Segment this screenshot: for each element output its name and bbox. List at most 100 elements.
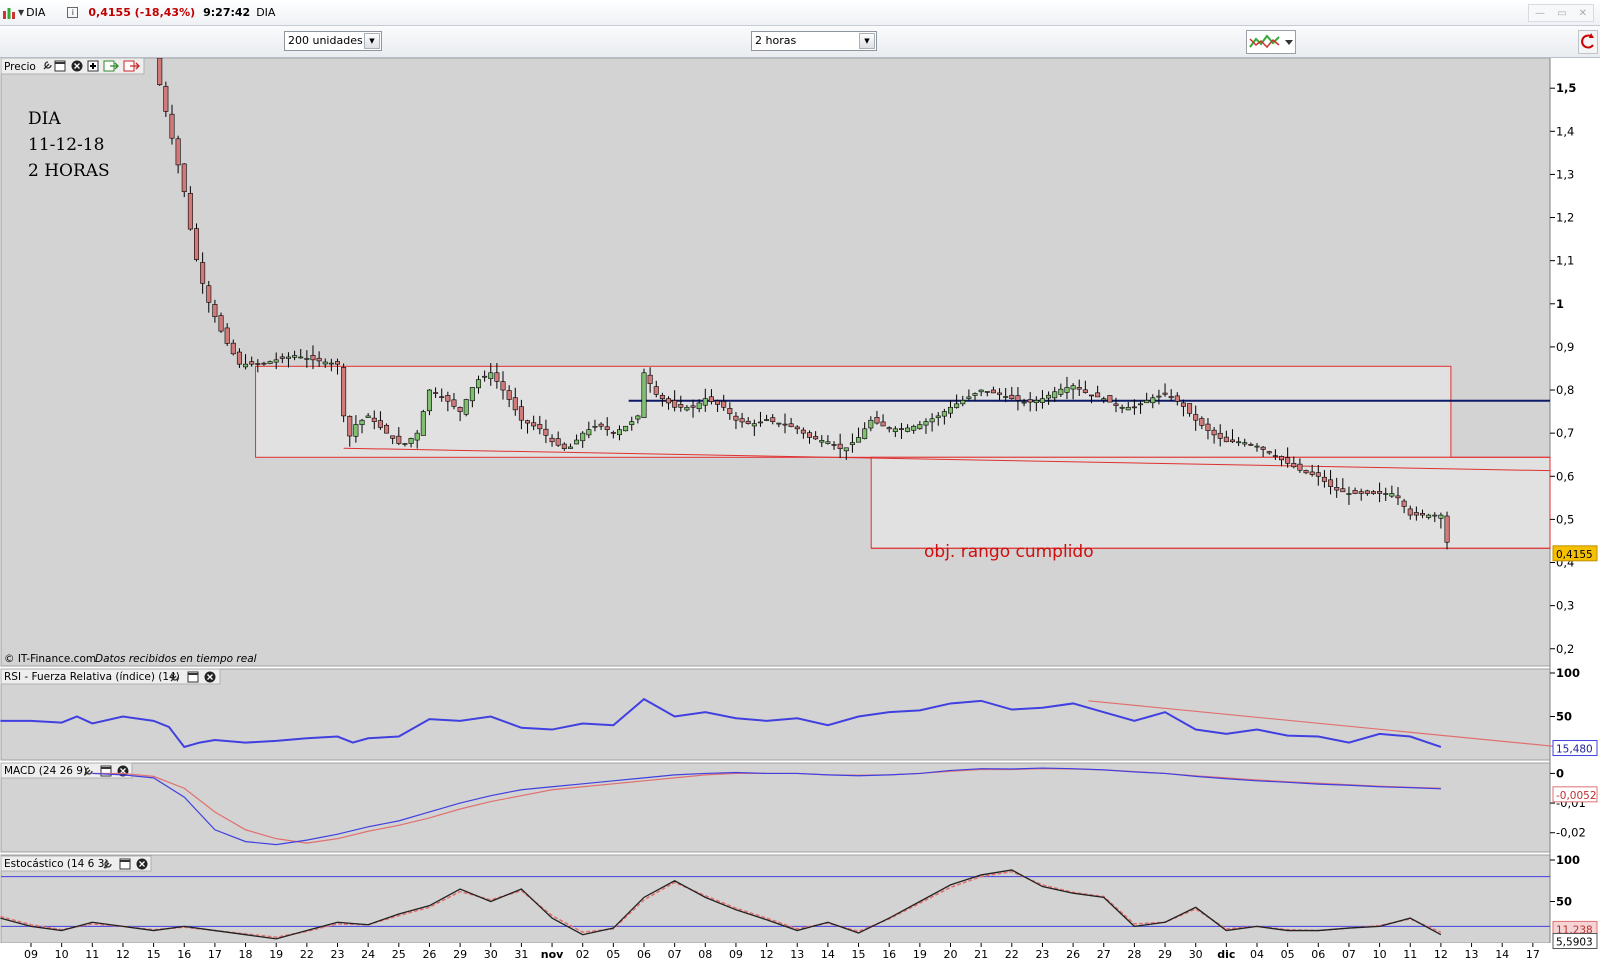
instrument-name: DIA xyxy=(256,6,276,19)
rsi-panel[interactable] xyxy=(0,668,1551,761)
macd-last-tag: -0,0052 xyxy=(1552,786,1598,803)
symbol-dropdown-arrow-icon[interactable]: ▼ xyxy=(18,8,24,17)
price-axis-label: 0,2 xyxy=(1556,642,1574,656)
price-axis-label: 1,4 xyxy=(1556,124,1574,138)
x-axis-label: 16 xyxy=(177,948,191,961)
copyright-label: © IT-Finance.com xyxy=(4,653,96,665)
x-axis-label: 30 xyxy=(484,948,498,961)
x-axis-label: 19 xyxy=(913,948,927,961)
info-icon[interactable]: i xyxy=(67,7,79,18)
x-axis-label: 07 xyxy=(1342,948,1356,961)
x-axis-label: 14 xyxy=(821,948,835,961)
x-axis-label: 23 xyxy=(1035,948,1049,961)
svg-text:15,480: 15,480 xyxy=(1556,744,1593,756)
maximize-icon[interactable] xyxy=(119,858,131,870)
x-axis-label: 26 xyxy=(1066,948,1080,961)
macd-axis-label: 0 xyxy=(1556,766,1564,780)
x-axis-label: 24 xyxy=(361,948,375,961)
price-candle xyxy=(1107,395,1113,403)
price-axis-label: 1,2 xyxy=(1556,211,1574,225)
price-axis-label: 1,1 xyxy=(1556,254,1574,268)
price-candle xyxy=(194,223,200,262)
price-axis-label: 0,6 xyxy=(1556,469,1574,483)
annotation-symbol: DIA xyxy=(28,109,61,129)
x-axis-label: 06 xyxy=(1311,948,1325,961)
rsi-panel-title: RSI - Fuerza Relativa (índice) (14) xyxy=(4,671,180,683)
price-panel[interactable] xyxy=(0,58,1551,667)
quote-time: 9:27:42 xyxy=(203,6,251,19)
price-candle xyxy=(181,163,187,198)
x-axis-label: 09 xyxy=(24,948,38,961)
price-panel-title: Precio xyxy=(4,61,36,73)
minimize-icon[interactable]: — xyxy=(1535,8,1545,19)
maximize-icon[interactable] xyxy=(54,60,66,72)
close-panel-icon[interactable] xyxy=(204,671,216,683)
price-candle xyxy=(463,398,469,417)
close-panel-icon[interactable] xyxy=(71,60,83,72)
chevron-down-icon[interactable]: ▼ xyxy=(364,33,380,49)
right-axis[interactable] xyxy=(1550,58,1600,943)
x-axis-label: 17 xyxy=(1526,948,1540,961)
price-candle xyxy=(341,363,347,423)
price-candle xyxy=(420,409,426,436)
stochastic-axis-label: 50 xyxy=(1556,895,1572,909)
stochastic-axis-label: 100 xyxy=(1556,853,1580,867)
units-select-value: 200 unidades xyxy=(288,34,363,47)
x-axis-label: 05 xyxy=(1281,948,1295,961)
close-icon[interactable]: ✕ xyxy=(1579,8,1587,19)
chart-app-icon[interactable] xyxy=(2,6,16,20)
price-axis-label: 0,7 xyxy=(1556,426,1574,440)
x-axis-label: 15 xyxy=(852,948,866,961)
x-axis-label: 15 xyxy=(147,948,161,961)
x-axis-label: 21 xyxy=(974,948,988,961)
x-axis-label: 14 xyxy=(1495,948,1509,961)
chevron-down-icon[interactable]: ▼ xyxy=(859,33,875,49)
x-axis-label: 26 xyxy=(422,948,436,961)
x-axis-label: 11 xyxy=(85,948,99,961)
units-select[interactable]: 200 unidades ▼ xyxy=(284,31,382,51)
x-axis-label: 05 xyxy=(606,948,620,961)
x-axis-label: 10 xyxy=(1373,948,1387,961)
interval-select[interactable]: 2 horas ▼ xyxy=(751,31,877,51)
close-panel-icon[interactable] xyxy=(136,858,148,870)
x-axis-label: 07 xyxy=(668,948,682,961)
x-axis-label: 12 xyxy=(1434,948,1448,961)
annotation-interval: 2 HORAS xyxy=(28,161,110,181)
restore-icon[interactable]: ▭ xyxy=(1557,8,1566,19)
x-axis-label: 13 xyxy=(1465,948,1479,961)
x-axis-label: 29 xyxy=(453,948,467,961)
maximize-icon[interactable] xyxy=(187,671,199,683)
x-axis-label: 04 xyxy=(1250,948,1264,961)
macd-axis-label: -0,02 xyxy=(1556,826,1586,840)
x-axis-label: 08 xyxy=(698,948,712,961)
stochastic-panel-title: Estocástico (14 6 3) xyxy=(4,858,108,870)
add-indicator-icon[interactable] xyxy=(87,60,99,72)
rsi-last-tag: 15,480 xyxy=(1552,740,1598,757)
svg-text:5,5903: 5,5903 xyxy=(1556,937,1593,949)
x-axis-label: 12 xyxy=(116,948,130,961)
price-axis-label: 0,3 xyxy=(1556,599,1574,613)
rsi-axis-label: 50 xyxy=(1556,710,1572,724)
svg-text:-0,0052: -0,0052 xyxy=(1556,790,1597,802)
realtime-note: Datos recibidos en tiempo real xyxy=(95,653,257,665)
x-axis-label: 18 xyxy=(239,948,253,961)
x-axis-label: 25 xyxy=(392,948,406,961)
x-axis-label: 13 xyxy=(790,948,804,961)
refresh-button[interactable] xyxy=(1578,30,1598,54)
x-axis-label: dic xyxy=(1217,948,1235,961)
chart-toolbar: 200 unidades ▼ 2 horas ▼ xyxy=(0,26,1600,58)
last-price: 0,4155 (-18,43%) xyxy=(88,6,196,19)
x-axis-label: 20 xyxy=(944,948,958,961)
x-axis-label: 23 xyxy=(331,948,345,961)
x-axis-label: 11 xyxy=(1403,948,1417,961)
chart-type-button[interactable] xyxy=(1246,30,1296,54)
macd-panel[interactable] xyxy=(0,762,1551,853)
price-last-tag: 0,4155 xyxy=(1552,545,1598,562)
price-candle xyxy=(623,425,629,432)
price-candle xyxy=(157,58,163,86)
symbol-label[interactable]: DIA xyxy=(26,6,45,19)
window-controls: — ▭ ✕ xyxy=(1528,4,1594,22)
x-axis-label: 06 xyxy=(637,948,651,961)
chart-area: DIA 11-12-18 2 HORAS obj. rango cumplido… xyxy=(0,58,1600,961)
window-titlebar: ▼ DIA i 0,4155 (-18,43%) 9:27:42 DIA — ▭… xyxy=(0,0,1600,26)
